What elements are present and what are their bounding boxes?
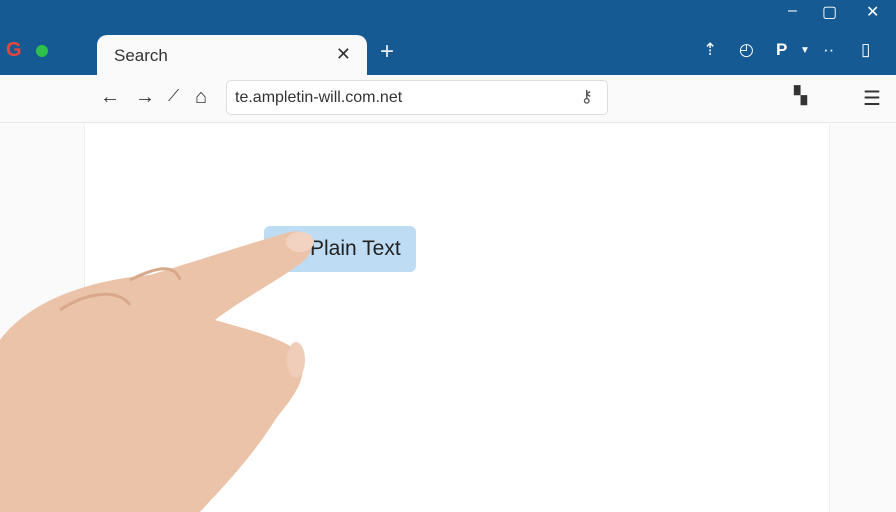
tab-close-button[interactable]: ✕ [336, 44, 351, 65]
key-icon[interactable]: ⚷ [581, 87, 593, 107]
back-icon[interactable]: ← [100, 86, 120, 109]
home-icon[interactable]: ⌂ [195, 86, 207, 109]
hand-pointer-image [0, 231, 314, 512]
google-logo-icon: G [6, 39, 22, 61]
forward-icon[interactable]: → [135, 86, 155, 109]
menu-icon[interactable]: ☰ [863, 86, 881, 111]
reload-icon[interactable]: ⟋ [168, 88, 179, 106]
maximize-button[interactable]: ▢ [822, 2, 837, 22]
title-bar: – ▢ ✕ G Search ✕ + ⇡ ◴ P ▼ ·· ▯ [0, 0, 896, 77]
tab-title: Search [114, 46, 168, 65]
upload-icon[interactable]: ⇡ [703, 40, 717, 60]
close-window-button[interactable]: ✕ [866, 2, 879, 22]
url-text[interactable]: te.ampletin-will.com.net [235, 89, 402, 107]
toolbar: ← → ⟋ ⌂ te.ampletin-will.com.net ⚷ ▚ ☰ [0, 75, 896, 123]
new-tab-button[interactable]: + [380, 38, 394, 66]
clipboard-icon[interactable]: ▯ [861, 40, 870, 60]
tab-search[interactable]: Search ✕ [97, 35, 367, 77]
speed-icon[interactable]: ◴ [739, 40, 754, 60]
extensions-icon[interactable]: ▚ [794, 86, 807, 106]
more-icon[interactable]: ·· [823, 40, 834, 60]
status-dot-icon [36, 45, 48, 57]
minimize-button[interactable]: – [788, 2, 797, 20]
pin-icon[interactable]: P [776, 40, 787, 60]
dropdown-icon[interactable]: ▼ [800, 45, 810, 56]
address-bar[interactable]: te.ampletin-will.com.net ⚷ [226, 80, 608, 115]
